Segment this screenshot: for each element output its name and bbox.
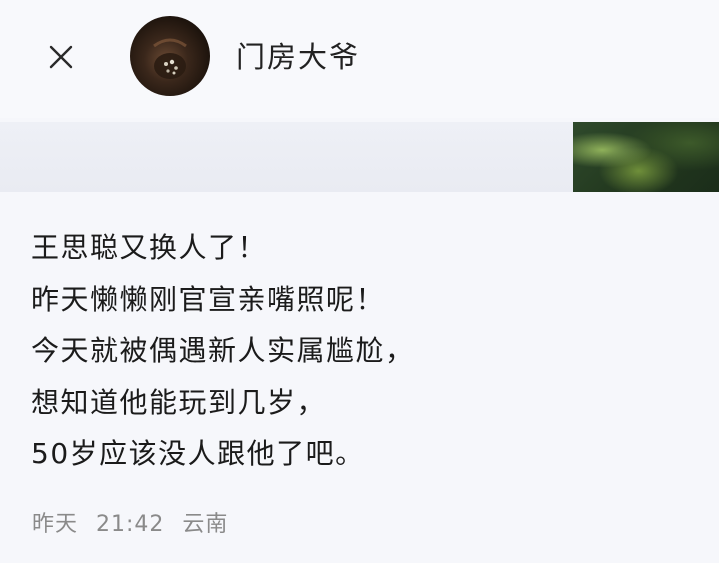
username[interactable]: 门房大爷 <box>236 34 360 76</box>
post-location: 云南 <box>182 512 229 537</box>
post-line: 今天就被偶遇新人实属尴尬， <box>31 334 415 367</box>
post-day: 昨天 <box>32 512 79 537</box>
post-line: 王思聪又换人了！ <box>31 231 268 264</box>
post-content: 王思聪又换人了！ 昨天懒懒刚官宣亲嘴照呢！ 今天就被偶遇新人实属尴尬， 想知道他… <box>31 222 681 480</box>
post-line: 50岁应该没人跟他了吧。 <box>31 437 365 470</box>
close-icon <box>49 45 73 69</box>
post-line: 想知道他能玩到几岁， <box>31 385 327 419</box>
avatar-image <box>153 38 187 79</box>
post-line: 昨天懒懒刚官宣亲嘴照呢！ <box>31 282 386 316</box>
close-button[interactable] <box>42 38 80 76</box>
cover-banner <box>0 122 719 192</box>
banner-thumbnail[interactable] <box>573 122 719 192</box>
post-time: 21:42 <box>96 512 165 537</box>
avatar[interactable] <box>130 16 210 96</box>
post-meta: 昨天 21:42 云南 <box>32 506 228 538</box>
top-bar: 门房大爷 <box>0 0 719 118</box>
